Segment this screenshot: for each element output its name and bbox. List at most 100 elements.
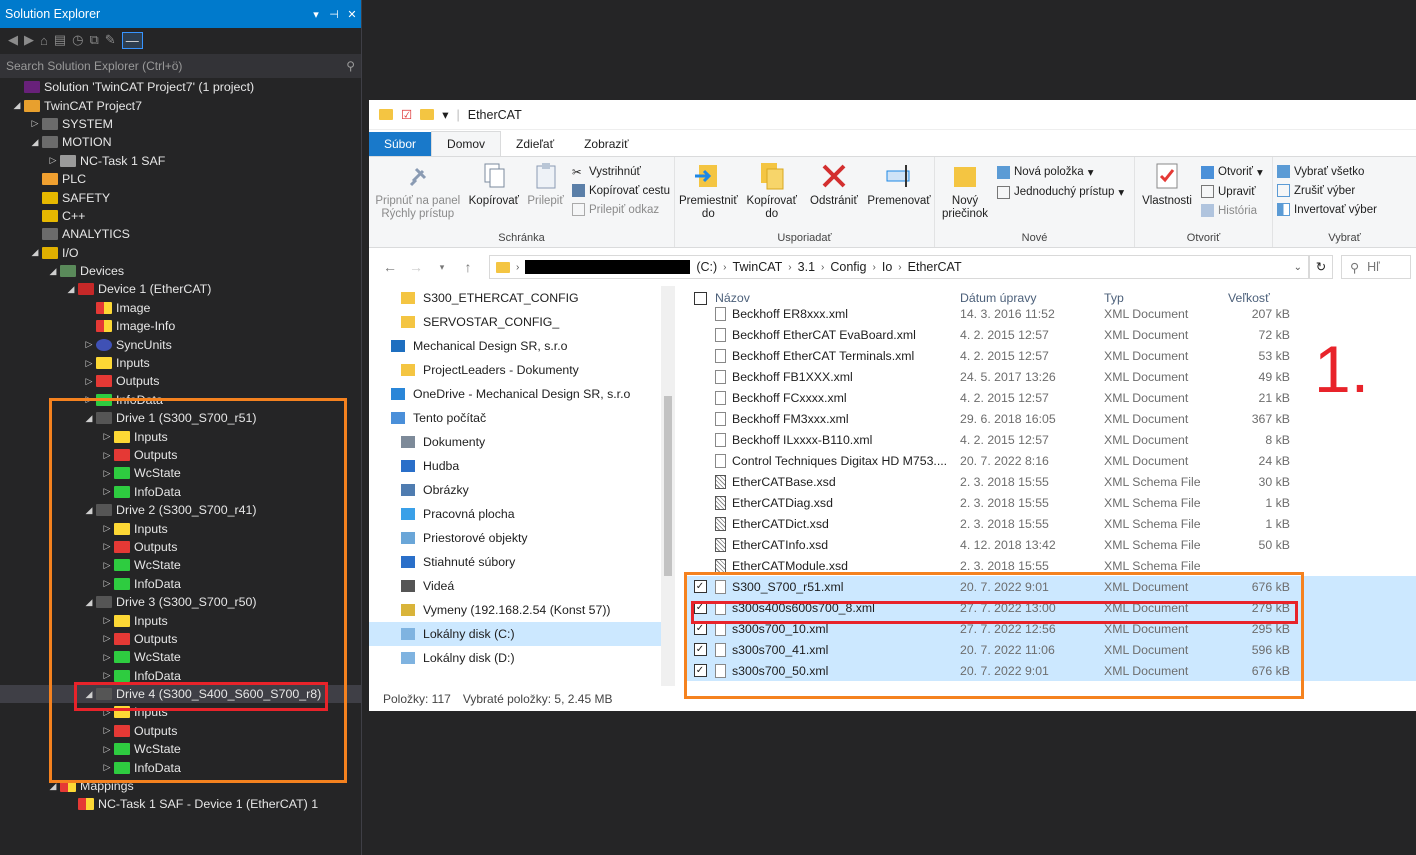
address-dropdown-icon[interactable]: ⌄ xyxy=(1294,262,1302,273)
easy-access-button[interactable]: Jednoduchý prístup ▾ xyxy=(997,185,1124,199)
properties-button[interactable]: Vlastnosti xyxy=(1139,161,1195,230)
paste-link-button[interactable]: Prilepiť odkaz xyxy=(571,203,670,216)
pin-icon[interactable]: ⊣ xyxy=(325,8,343,21)
collapsed-arrow-icon[interactable]: ▷ xyxy=(100,670,114,681)
collapsed-arrow-icon[interactable]: ▷ xyxy=(100,541,114,552)
tree-node[interactable]: ▷ WcState xyxy=(0,740,361,758)
header-checkbox[interactable] xyxy=(693,291,707,305)
close-icon[interactable]: ✕ xyxy=(343,8,361,21)
tab-zobrazit[interactable]: Zobraziť xyxy=(569,132,644,156)
file-row[interactable]: EtherCATInfo.xsd 4. 12. 2018 13:42 XML Sch… xyxy=(685,534,1416,555)
chevron-right-icon[interactable]: › xyxy=(873,262,876,273)
collapsed-arrow-icon[interactable]: ▷ xyxy=(100,578,114,589)
tree-node[interactable]: ◢ Mappings xyxy=(0,777,361,795)
open-button[interactable]: Otvoriť ▾ xyxy=(1201,165,1263,179)
tab-domov[interactable]: Domov xyxy=(431,131,502,156)
tree-node[interactable]: ▷ Outputs xyxy=(0,372,361,390)
tree-node[interactable]: ▷ WcState xyxy=(0,556,361,574)
collapsed-arrow-icon[interactable]: ▷ xyxy=(82,376,96,387)
file-row[interactable]: Beckhoff FB1XXX.xml 24. 5. 2017 13:26 XML … xyxy=(685,366,1416,387)
file-row[interactable]: Beckhoff FCxxxx.xml 4. 2. 2015 12:57 XML D… xyxy=(685,387,1416,408)
quick-access-dropdown-icon[interactable]: ▾ xyxy=(442,107,448,122)
nav-item[interactable]: S300_ETHERCAT_CONFIG xyxy=(369,286,675,310)
tree-node[interactable]: ▷ InfoData xyxy=(0,758,361,776)
tree-node[interactable]: ▷ InfoData xyxy=(0,483,361,501)
collapsed-arrow-icon[interactable]: ▷ xyxy=(100,450,114,461)
nav-item[interactable]: Obrázky xyxy=(369,478,675,502)
collapsed-arrow-icon[interactable]: ▷ xyxy=(100,707,114,718)
row-checkbox[interactable]: ✓ xyxy=(693,664,707,677)
file-row[interactable]: Beckhoff ER8xxx.xml 14. 3. 2016 11:52 XML … xyxy=(685,303,1416,324)
up-arrow-icon[interactable]: ↑ xyxy=(459,259,477,275)
pin-quick-access-button[interactable]: Pripnúť na panel Rýchly prístup xyxy=(373,161,463,230)
file-row[interactable]: EtherCATDict.xsd 2. 3. 2018 15:55 XML Sche… xyxy=(685,513,1416,534)
back-arrow-icon[interactable]: ← xyxy=(381,259,399,275)
nav-item[interactable]: Lokálny disk (D:) xyxy=(369,646,675,670)
nav-item[interactable]: Pracovná plocha xyxy=(369,502,675,526)
chevron-right-icon[interactable]: › xyxy=(898,262,901,273)
tree-node[interactable]: Image xyxy=(0,299,361,317)
chevron-right-icon[interactable]: › xyxy=(788,262,791,273)
collapsed-arrow-icon[interactable]: ▷ xyxy=(100,431,114,442)
column-name[interactable]: Názov xyxy=(715,291,960,305)
address-bar[interactable]: › (C:) › TwinCAT › 3.1 › Config › Io › E… xyxy=(489,255,1309,279)
collapsed-arrow-icon[interactable]: ▷ xyxy=(100,762,114,773)
paste-button[interactable]: Prilepiť xyxy=(525,161,566,230)
breadcrumb-version[interactable]: 3.1 xyxy=(798,260,815,274)
expanded-arrow-icon[interactable]: ◢ xyxy=(10,100,24,111)
delete-button[interactable]: Odstrániť xyxy=(806,161,862,230)
copy-button[interactable]: Kopírovať xyxy=(469,161,520,230)
recent-locations-icon[interactable]: ▾ xyxy=(433,262,451,273)
tree-node[interactable]: ▷ Outputs xyxy=(0,630,361,648)
cut-button[interactable]: ✂ Vystrihnúť xyxy=(572,165,670,180)
row-checkbox[interactable]: ✓ xyxy=(693,643,707,656)
select-all-checkbox[interactable] xyxy=(685,291,715,305)
nav-item[interactable]: Stiahnuté súbory xyxy=(369,550,675,574)
tree-node[interactable]: ◢ Drive 3 (S300_S700_r50) xyxy=(0,593,361,611)
row-checkbox[interactable]: ✓ xyxy=(693,622,707,635)
tree-node[interactable]: PLC xyxy=(0,170,361,188)
expanded-arrow-icon[interactable]: ◢ xyxy=(28,137,42,148)
nav-item[interactable]: OneDrive - Mechanical Design SR, s.r.o xyxy=(369,382,675,406)
column-date[interactable]: Dátum úpravy xyxy=(960,291,1104,305)
nav-item[interactable]: Dokumenty xyxy=(369,430,675,454)
tree-node[interactable]: ▷ SYSTEM xyxy=(0,115,361,133)
forward-arrow-icon[interactable]: → xyxy=(407,259,425,275)
tree-node[interactable]: ▷ Inputs xyxy=(0,427,361,445)
collapsed-arrow-icon[interactable]: ▷ xyxy=(100,615,114,626)
expanded-arrow-icon[interactable]: ◢ xyxy=(82,597,96,608)
scrollbar-thumb[interactable] xyxy=(664,396,672,576)
history-button[interactable]: História xyxy=(1201,204,1263,217)
nav-item[interactable]: Priestorové objekty xyxy=(369,526,675,550)
collapsed-arrow-icon[interactable]: ▷ xyxy=(82,339,96,350)
expanded-arrow-icon[interactable]: ◢ xyxy=(82,505,96,516)
explorer-search-input[interactable]: ⚲ Hľ xyxy=(1341,255,1411,279)
copy-path-button[interactable]: Kopírovať cestu xyxy=(571,184,670,197)
collapsed-arrow-icon[interactable]: ▷ xyxy=(28,118,42,129)
tree-node[interactable]: ▷ SyncUnits xyxy=(0,335,361,353)
file-row[interactable]: EtherCATBase.xsd 2. 3. 2018 15:55 XML Sche… xyxy=(685,471,1416,492)
tree-node[interactable]: ◢ I/O xyxy=(0,244,361,262)
copy-to-button[interactable]: Kopírovať do xyxy=(744,161,800,230)
collapsed-arrow-icon[interactable]: ▷ xyxy=(82,358,96,369)
tree-node[interactable]: ▷ Outputs xyxy=(0,538,361,556)
collapsed-arrow-icon[interactable]: ▷ xyxy=(100,560,114,571)
row-checkbox[interactable]: ✓ xyxy=(693,601,707,614)
tree-node[interactable]: ▷ WcState xyxy=(0,648,361,666)
breadcrumb-twincat[interactable]: TwinCAT xyxy=(733,260,783,274)
tree-node[interactable]: SAFETY xyxy=(0,188,361,206)
tree-node[interactable]: ▷ Inputs xyxy=(0,354,361,372)
nav-item[interactable]: Lokálny disk (C:) xyxy=(369,622,675,646)
tree-node[interactable]: Image-Info xyxy=(0,317,361,335)
row-checkbox[interactable]: ✓ xyxy=(693,580,707,593)
tree-node[interactable]: ◢ Device 1 (EtherCAT) xyxy=(0,280,361,298)
column-type[interactable]: Typ xyxy=(1104,291,1224,305)
new-item-button[interactable]: Nová položka ▾ xyxy=(997,165,1124,179)
tree-node[interactable]: ▷ InfoData xyxy=(0,391,361,409)
tree-node[interactable]: ◢ TwinCAT Project7 xyxy=(0,96,361,114)
history-icon[interactable]: ◷ xyxy=(72,32,83,48)
select-all-button[interactable]: Vybrať všetko xyxy=(1277,165,1377,178)
file-row[interactable]: ✓ S300_S700_r51.xml 20. 7. 2022 9:01 XML Do… xyxy=(685,576,1416,597)
tree-node[interactable]: ◢ Drive 2 (S300_S700_r41) xyxy=(0,501,361,519)
file-row[interactable]: ✓ s300s700_10.xml 27. 7. 2022 12:56 XML Doc… xyxy=(685,618,1416,639)
